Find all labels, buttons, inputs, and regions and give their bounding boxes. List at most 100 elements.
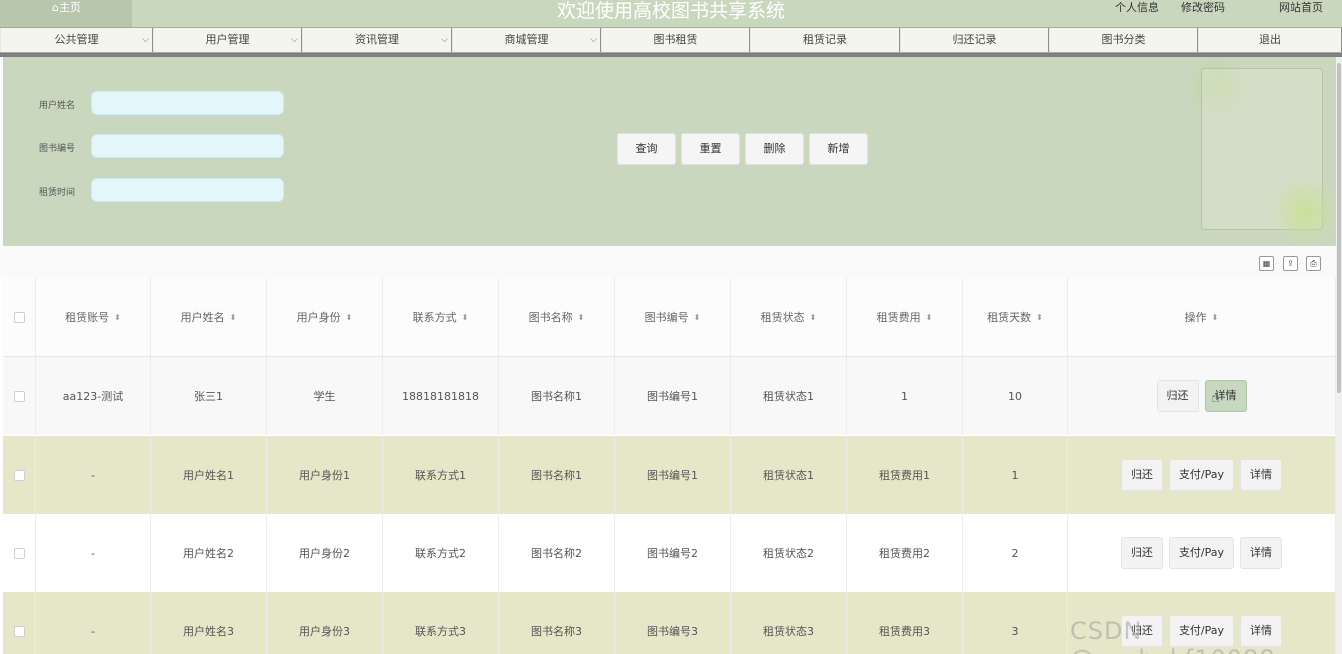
nav-item-return-records[interactable]: 归还记录	[900, 28, 1049, 52]
select-all-checkbox[interactable]	[13, 311, 25, 323]
column-header[interactable]: 租赁天数 ⬍	[963, 278, 1068, 356]
table-cell: 用户身份2	[267, 514, 383, 592]
username-label: 用户姓名	[39, 101, 76, 111]
pay-button[interactable]: 支付/Pay	[1168, 459, 1235, 491]
book-number-input[interactable]	[91, 134, 284, 158]
site-home-link[interactable]: 网站首页	[1279, 1, 1323, 15]
sort-icon: ⬍	[925, 312, 933, 322]
print-icon[interactable]: ⎙	[1306, 256, 1321, 271]
table-cell: 租赁费用1	[847, 436, 963, 514]
pay-button[interactable]: 支付/Pay	[1168, 537, 1235, 569]
details-button[interactable]: 详情	[1240, 459, 1283, 491]
table-cell: 联系方式1	[383, 436, 499, 514]
row-checkbox[interactable]	[13, 469, 25, 481]
column-header[interactable]: 联系方式 ⬍	[383, 278, 499, 356]
column-header[interactable]: 用户姓名 ⬍	[151, 278, 267, 356]
return-button[interactable]: 归还	[1120, 459, 1163, 491]
main-nav: 公共管理 ⌵ 用户管理 ⌵ 资讯管理 ⌵ 商城管理 ⌵ 图书租赁 租赁记录 归还…	[0, 27, 1342, 53]
nav-item-label: 图书租赁	[653, 33, 698, 46]
column-header[interactable]: 图书编号 ⬍	[615, 278, 731, 356]
table-cell: 租赁状态3	[731, 592, 847, 654]
table-cell: 2	[963, 514, 1068, 592]
row-actions: 归还 支付/Pay 详情	[1068, 436, 1336, 514]
table-cell: -	[36, 436, 151, 514]
table-row: - 用户姓名1 用户身份1 联系方式1 图书名称1 图书编号1 租赁状态1 租赁…	[3, 436, 1336, 514]
table-cell: 图书名称1	[499, 357, 615, 435]
table-cell: 联系方式3	[383, 592, 499, 654]
scrollbar-thumb[interactable]	[1337, 63, 1341, 393]
nav-item-users[interactable]: 用户管理 ⌵	[153, 28, 302, 52]
table-cell: 图书编号1	[615, 436, 731, 514]
column-header[interactable]: 租赁状态 ⬍	[731, 278, 847, 356]
table-cell: 图书名称1	[499, 436, 615, 514]
query-button[interactable]: 查询	[617, 133, 676, 165]
return-button[interactable]: 归还	[1120, 537, 1163, 569]
details-button[interactable]: 详情	[1240, 537, 1283, 569]
top-header: ⌂主页 欢迎使用高校图书共享系统 个人信息 修改密码 网站首页	[0, 0, 1342, 27]
nav-item-book-rental[interactable]: 图书租赁	[601, 28, 750, 52]
sort-icon: ⬍	[229, 312, 237, 322]
table-cell: 张三1	[151, 357, 267, 435]
nav-item-label: 图书分类	[1101, 33, 1146, 46]
change-password-link[interactable]: 修改密码	[1181, 1, 1225, 15]
table-cell: 图书编号2	[615, 514, 731, 592]
rental-time-input[interactable]	[91, 178, 284, 202]
nav-item-label: 退出	[1259, 33, 1281, 46]
nav-item-label: 归还记录	[952, 33, 997, 46]
row-checkbox[interactable]	[13, 547, 25, 559]
column-header[interactable]: 租赁账号 ⬍	[36, 278, 151, 356]
table-cell: 用户姓名1	[151, 436, 267, 514]
table-row: aa123-测试 张三1 学生 18818181818 图书名称1 图书编号1 …	[3, 357, 1336, 435]
column-header[interactable]: 用户身份 ⬍	[267, 278, 383, 356]
nav-item-label: 资讯管理	[355, 33, 399, 46]
select-all-cell	[3, 278, 36, 356]
table-cell: -	[36, 514, 151, 592]
profile-link[interactable]: 个人信息	[1115, 1, 1159, 15]
chevron-down-icon: ⌵	[291, 35, 298, 45]
table-cell: 租赁状态1	[731, 436, 847, 514]
table-cell: 租赁状态2	[731, 514, 847, 592]
row-checkbox[interactable]	[13, 390, 25, 402]
column-header[interactable]: 图书名称 ⬍	[499, 278, 615, 356]
nav-item-rental-records[interactable]: 租赁记录	[750, 28, 900, 52]
nav-item-public[interactable]: 公共管理 ⌵	[0, 28, 153, 52]
row-select-cell	[3, 592, 36, 654]
nav-item-shop[interactable]: 商城管理 ⌵	[452, 28, 601, 52]
sort-icon: ⬍	[1211, 312, 1219, 322]
nav-item-book-category[interactable]: 图书分类	[1049, 28, 1198, 52]
column-header[interactable]: 操作 ⬍	[1068, 278, 1336, 356]
table-cell: 联系方式2	[383, 514, 499, 592]
row-checkbox[interactable]	[13, 625, 25, 637]
nav-item-label: 商城管理	[504, 33, 549, 46]
sort-icon: ⬍	[577, 312, 585, 322]
page-scrollbar[interactable]	[1336, 57, 1342, 654]
row-actions: 归还 详情	[1068, 357, 1336, 435]
columns-icon[interactable]: ▦	[1259, 256, 1274, 271]
sort-icon: ⬍	[345, 312, 353, 322]
return-button[interactable]: 归还	[1156, 380, 1199, 412]
nav-item-logout[interactable]: 退出	[1198, 28, 1342, 52]
table-cell: 10	[963, 357, 1068, 435]
column-header[interactable]: 租赁费用 ⬍	[847, 278, 963, 356]
table-cell: 1	[963, 436, 1068, 514]
table-cell: 1	[847, 357, 963, 435]
table-cell: 用户身份3	[267, 592, 383, 654]
username-input[interactable]	[91, 91, 284, 115]
reset-button[interactable]: 重置	[681, 133, 740, 165]
table-cell: 图书编号1	[615, 357, 731, 435]
search-panel: 用户姓名 图书编号 租赁时间 查询 重置 删除 新增	[3, 57, 1341, 247]
book-number-label: 图书编号	[39, 144, 76, 154]
hand-cursor-icon: ☝	[1211, 390, 1220, 406]
row-select-cell	[3, 514, 36, 592]
table-cell: -	[36, 592, 151, 654]
sort-icon: ⬍	[461, 312, 469, 322]
table-cell: 用户姓名2	[151, 514, 267, 592]
export-icon[interactable]: ⇪	[1283, 256, 1298, 271]
add-button[interactable]: 新增	[809, 133, 868, 165]
table-cell: 图书编号3	[615, 592, 731, 654]
nav-item-news[interactable]: 资讯管理 ⌵	[302, 28, 452, 52]
row-actions: 归还 支付/Pay 详情	[1068, 514, 1336, 592]
delete-button[interactable]: 删除	[745, 133, 804, 165]
nav-item-label: 用户管理	[205, 33, 250, 46]
table-cell: 18818181818	[383, 357, 499, 435]
